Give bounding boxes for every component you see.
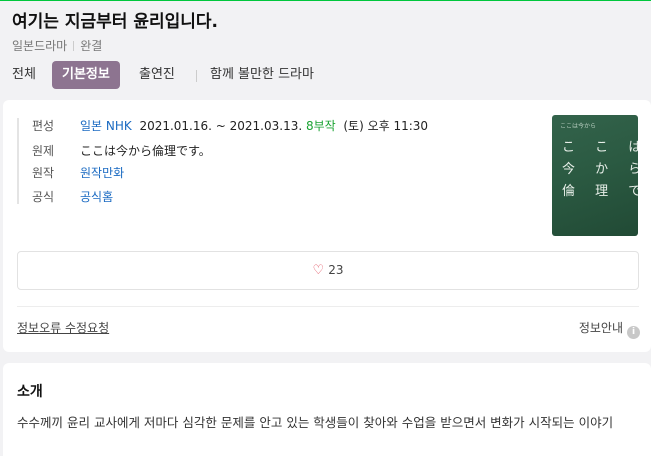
tab-all[interactable]: 전체	[12, 61, 36, 89]
broadcast-dates: 2021.01.16. ~ 2021.03.13.	[139, 119, 303, 133]
country-link[interactable]: 일본	[80, 119, 102, 133]
network-link[interactable]: NHK	[106, 119, 132, 133]
official-site-link[interactable]: 공식홈	[80, 190, 113, 204]
basic-info-card: 편성 일본 NHK 2021.01.16. ~ 2021.03.13. 8부작 (…	[3, 100, 651, 352]
info-row-official: 공식 공식홈	[32, 187, 113, 207]
tab-cast[interactable]: 출연진	[139, 61, 175, 89]
heart-icon: ♡	[312, 263, 325, 278]
intro-title: 소개	[17, 384, 43, 400]
tab-separator	[196, 70, 197, 82]
like-button[interactable]: ♡ 23	[17, 251, 639, 290]
poster-line-3: 倫 理 で す 。	[562, 184, 638, 199]
tab-basic-info[interactable]: 기본정보	[52, 61, 120, 89]
tab-recommended[interactable]: 함께 볼만한 드라마	[210, 61, 314, 89]
divider	[17, 306, 639, 307]
original-title-value: ここは今から倫理です。	[80, 144, 211, 158]
status-label: 완결	[80, 39, 103, 53]
info-row-original-title: 원제 ここは今から倫理です。	[32, 141, 211, 161]
intro-text: 수수께끼 윤리 교사에게 저마다 심각한 문제를 안고 있는 학생들이 찾아와 …	[17, 415, 614, 430]
info-guide-label: 정보안내	[578, 321, 623, 335]
intro-card: 소개 수수께끼 윤리 교사에게 저마다 심각한 문제를 안고 있는 학생들이 찾…	[3, 363, 651, 456]
like-count: 23	[328, 263, 344, 277]
poster-small-text: ここは今から	[560, 123, 597, 130]
poster-image[interactable]: ここは今から こ こ は 今 か ら 倫 理 で す 。	[552, 115, 638, 236]
info-row-broadcast: 편성 일본 NHK 2021.01.16. ~ 2021.03.13. 8부작 (…	[32, 116, 428, 136]
info-row-source: 원작 원작만화	[32, 163, 124, 183]
page-title: 여기는 지금부터 윤리입니다.	[12, 12, 218, 32]
page-header: 여기는 지금부터 윤리입니다. 일본드라마 완결 전체 기본정보 출연진 함께 볼…	[0, 1, 651, 101]
info-divider	[17, 118, 19, 204]
info-icon: i	[627, 326, 640, 339]
info-guide-button[interactable]: 정보안내 i	[579, 319, 640, 339]
broadcast-label: 편성	[32, 119, 55, 133]
genre-link[interactable]: 일본드라마	[12, 39, 67, 53]
original-title-label: 원제	[32, 144, 55, 158]
meta-line: 일본드라마 완결	[12, 37, 102, 54]
poster-line-2: 今 か ら	[562, 162, 638, 177]
poster-line-1: こ こ は	[562, 140, 638, 155]
episode-count-link[interactable]: 8부작	[306, 119, 336, 133]
report-error-link[interactable]: 정보오류 수정요청	[17, 319, 109, 336]
meta-separator	[73, 41, 75, 51]
broadcast-schedule: (토) 오후 11:30	[343, 119, 429, 133]
source-label: 원작	[32, 166, 55, 180]
source-link[interactable]: 원작만화	[80, 166, 124, 180]
official-label: 공식	[32, 190, 55, 204]
poster-title: こ こ は 今 か ら 倫 理 で す 。	[562, 137, 638, 203]
